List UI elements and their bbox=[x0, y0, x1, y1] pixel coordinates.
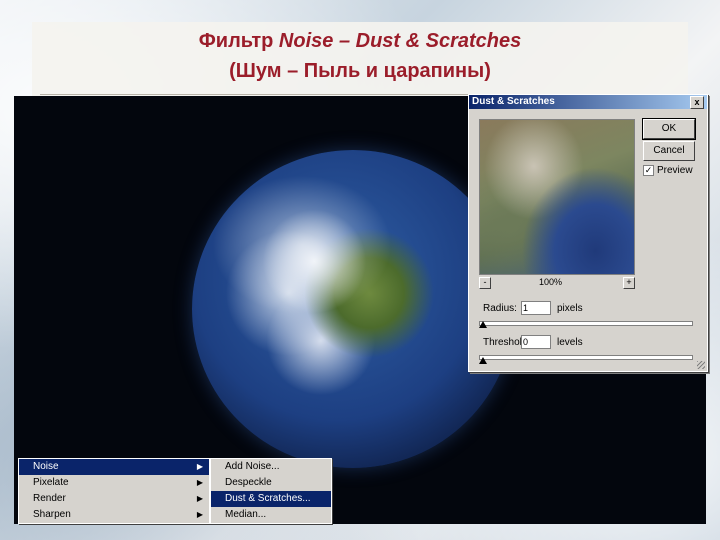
radius-slider[interactable] bbox=[479, 321, 693, 326]
submenu-item-add-noise[interactable]: Add Noise... bbox=[211, 459, 331, 475]
slide-title: Фильтр Noise – Dust & Scratches (Шум – П… bbox=[32, 26, 688, 86]
zoom-out-button[interactable]: - bbox=[479, 277, 491, 289]
title-subtitle: (Шум – Пыль и царапины) bbox=[229, 60, 491, 82]
resize-grip[interactable] bbox=[697, 361, 705, 369]
ok-button[interactable]: OK bbox=[642, 118, 696, 140]
radius-unit: pixels bbox=[557, 302, 583, 314]
close-icon[interactable]: x bbox=[690, 96, 704, 109]
submenu-arrow-icon: ▶ bbox=[196, 462, 203, 471]
menu-item-label: Sharpen bbox=[33, 509, 71, 520]
submenu-item-dust-scratches[interactable]: Dust & Scratches... bbox=[211, 491, 331, 507]
filter-menu: Noise ▶ Pixelate ▶ Render ▶ Sharpen ▶ bbox=[18, 458, 210, 524]
radius-row: Radius: pixels bbox=[483, 301, 583, 316]
zoom-in-button[interactable]: + bbox=[623, 277, 635, 289]
cancel-button[interactable]: Cancel bbox=[643, 141, 695, 161]
dialog-title: Dust & Scratches bbox=[472, 96, 555, 107]
menu-item-render[interactable]: Render ▶ bbox=[19, 491, 209, 507]
dialog-titlebar[interactable]: Dust & Scratches x bbox=[469, 95, 707, 109]
threshold-input[interactable] bbox=[521, 335, 551, 349]
submenu-arrow-icon: ▶ bbox=[196, 478, 203, 487]
threshold-unit: levels bbox=[557, 336, 583, 348]
menu-item-pixelate[interactable]: Pixelate ▶ bbox=[19, 475, 209, 491]
submenu-arrow-icon: ▶ bbox=[196, 494, 203, 503]
menu-item-noise[interactable]: Noise ▶ bbox=[19, 459, 209, 475]
radius-input[interactable] bbox=[521, 301, 551, 315]
preview-checkbox-row[interactable]: ✓ Preview bbox=[643, 165, 693, 177]
earth-clouds bbox=[212, 175, 392, 315]
submenu-item-despeckle[interactable]: Despeckle bbox=[211, 475, 331, 491]
preview-checkbox[interactable]: ✓ bbox=[643, 165, 654, 176]
zoom-controls: - 100% + bbox=[479, 277, 635, 289]
threshold-slider-thumb[interactable] bbox=[479, 357, 487, 364]
title-filter-name: Noise – Dust & Scratches bbox=[278, 30, 522, 52]
zoom-level: 100% bbox=[539, 277, 563, 287]
noise-submenu: Add Noise... Despeckle Dust & Scratches.… bbox=[210, 458, 332, 524]
submenu-arrow-icon: ▶ bbox=[196, 510, 203, 519]
menu-item-sharpen[interactable]: Sharpen ▶ bbox=[19, 507, 209, 523]
title-prefix: Фильтр bbox=[198, 30, 279, 52]
menu-item-label: Render bbox=[33, 493, 66, 504]
menu-item-label: Pixelate bbox=[33, 477, 69, 488]
preview-image[interactable] bbox=[479, 119, 635, 275]
threshold-slider[interactable] bbox=[479, 355, 693, 360]
threshold-row: Threshold: levels bbox=[483, 335, 583, 350]
radius-label: Radius: bbox=[483, 302, 517, 314]
menu-item-label: Noise bbox=[33, 461, 59, 472]
preview-label: Preview bbox=[657, 165, 693, 177]
dust-scratches-dialog: Dust & Scratches x - 100% + OK Cancel ✓ P… bbox=[468, 94, 708, 372]
radius-slider-thumb[interactable] bbox=[479, 321, 487, 328]
submenu-item-median[interactable]: Median... bbox=[211, 507, 331, 523]
threshold-label: Threshold: bbox=[483, 336, 531, 348]
